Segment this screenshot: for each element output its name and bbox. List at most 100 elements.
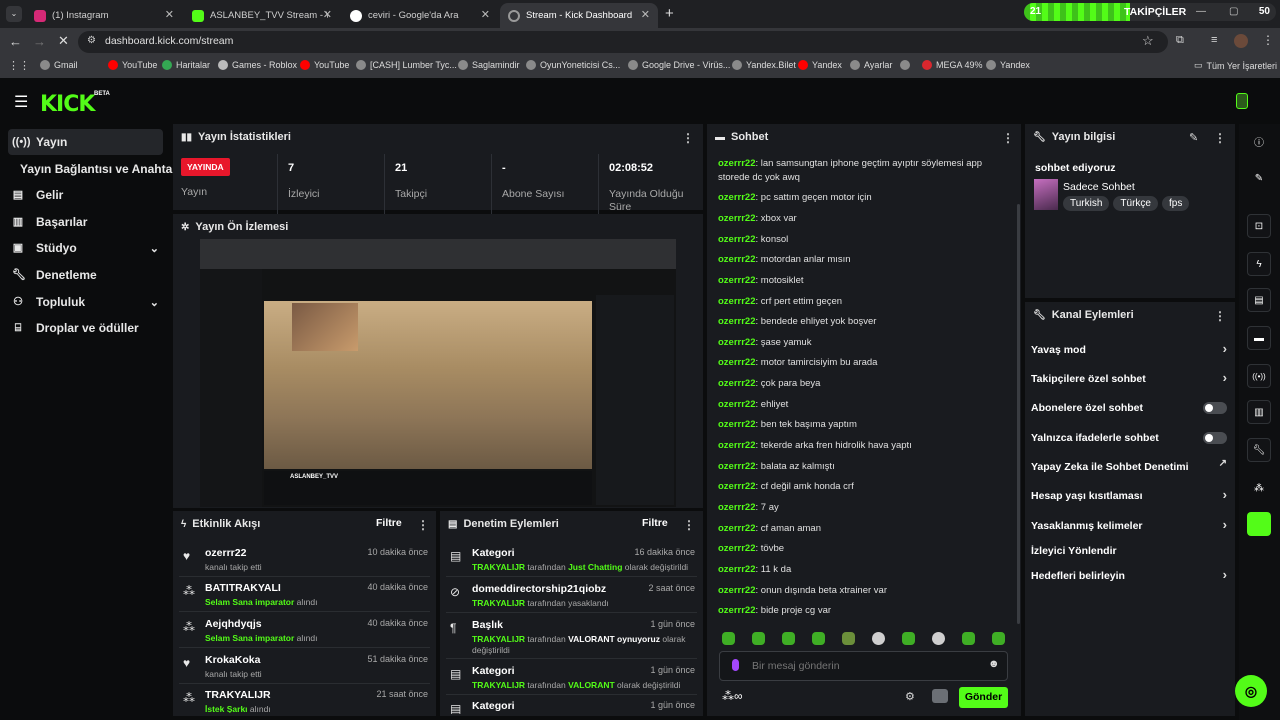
emote-icon[interactable] — [782, 632, 795, 645]
browser-tab-active[interactable]: Stream - Kick Dashboard ✕ — [500, 3, 658, 28]
bookmark[interactable]: Games - Roblox — [218, 60, 297, 70]
host-viewers-row[interactable]: İzleyici Yönlendir — [1031, 541, 1227, 561]
lightning-icon[interactable]: ϟ — [1247, 252, 1271, 276]
emote-icon[interactable] — [902, 632, 915, 645]
emote-icon[interactable] — [872, 632, 885, 645]
category-thumbnail-button[interactable] — [1247, 512, 1271, 536]
emote-icon[interactable] — [842, 632, 855, 645]
browser-tab[interactable]: (1) Instagram ✕ — [26, 3, 182, 28]
more-icon[interactable]: ⋮ — [1002, 131, 1014, 145]
sidebar-item-stream-key[interactable]: Yayın Bağlantısı ve Anahtarı — [20, 156, 180, 182]
bookmark[interactable]: Haritalar — [162, 60, 210, 70]
more-icon[interactable]: ⋮ — [417, 518, 429, 532]
bookmark[interactable]: Yandex.Bilet — [732, 60, 796, 70]
new-tab-button[interactable]: + — [665, 5, 674, 22]
kick-logo[interactable]: KICK — [40, 92, 95, 117]
close-icon[interactable]: ✕ — [323, 8, 332, 21]
more-icon[interactable]: ⋮ — [1214, 131, 1226, 145]
crosshair-icon[interactable]: ⊡ — [1247, 214, 1271, 238]
browser-tab[interactable]: ASLANBEY_TVV Stream - Watch ✕ — [184, 3, 340, 28]
sidebar-item-moderation[interactable]: 🔧︎ Denetleme — [8, 262, 163, 288]
chat-input-box[interactable]: ☻ — [719, 651, 1008, 681]
more-icon[interactable]: ⋮ — [1214, 309, 1226, 323]
minimize-icon[interactable]: — — [1196, 6, 1206, 17]
site-info-icon[interactable]: ⚙ — [87, 35, 96, 46]
stream-preview-video[interactable]: ASLANBEY_TVV — [200, 239, 676, 507]
hamburger-icon[interactable]: ☰ — [14, 92, 28, 112]
account-age-row[interactable]: Hesap yaşı kısıtlaması › — [1031, 486, 1227, 506]
badge-icon[interactable] — [932, 689, 948, 703]
extensions-icon[interactable]: ⧉ — [1176, 34, 1184, 47]
close-icon[interactable]: ✕ — [641, 8, 650, 21]
emote-icon[interactable] — [812, 632, 825, 645]
emote-icon[interactable] — [722, 632, 735, 645]
chat-scrollbar[interactable] — [1017, 204, 1020, 624]
bookmark[interactable]: MEGA 49% — [900, 60, 910, 70]
category-name[interactable]: Sadece Sohbet — [1063, 181, 1135, 193]
subscribers-only-toggle[interactable] — [1203, 402, 1227, 414]
emotes-only-toggle[interactable] — [1203, 432, 1227, 444]
slow-mode-row[interactable]: Yavaş mod › — [1031, 340, 1227, 360]
edit-icon[interactable]: ✎ — [1189, 131, 1198, 144]
emoji-icon[interactable]: ☻ — [988, 658, 1000, 670]
bookmark[interactable]: [CASH] Lumber Tyc... — [356, 60, 457, 70]
all-bookmarks[interactable]: ▭ Tüm Yer İşaretleri — [1194, 60, 1277, 71]
info-icon[interactable]: ⓘ — [1247, 129, 1271, 153]
chat-input[interactable] — [752, 658, 972, 674]
tab-search-button[interactable]: ⌄ — [6, 6, 22, 22]
chat-icon[interactable]: ▬ — [1247, 326, 1271, 350]
sidebar-item-studio[interactable]: ▣ Stüdyo ⌄ — [8, 235, 163, 261]
wrench-icon[interactable]: 🔧︎ — [1247, 438, 1271, 462]
microphone-icon[interactable] — [732, 659, 739, 671]
bookmark[interactable]: Yandex — [798, 60, 842, 70]
media-icon[interactable]: ≡ — [1211, 34, 1217, 46]
bookmark[interactable]: YouTube — [300, 60, 349, 70]
filter-button[interactable]: Filtre — [642, 517, 668, 529]
menu-icon[interactable]: ⋮ — [1262, 33, 1274, 47]
back-icon[interactable]: ← — [9, 34, 22, 49]
document-icon[interactable]: ▤ — [1247, 288, 1271, 312]
star-icon[interactable]: ☆ — [1142, 33, 1154, 49]
filter-button[interactable]: Filtre — [376, 517, 402, 529]
sidebar-item-achievements[interactable]: ▥ Başarılar — [8, 209, 163, 235]
edit-icon[interactable]: ✎ — [1247, 166, 1271, 190]
ai-moderation-row[interactable]: Yapay Zeka ile Sohbet Denetimi ↗ — [1031, 457, 1227, 477]
support-button[interactable]: ◎ — [1235, 675, 1267, 707]
followers-only-row[interactable]: Takipçilere özel sohbet › — [1031, 369, 1227, 389]
maximize-icon[interactable]: ▢ — [1229, 6, 1238, 17]
tag[interactable]: Türkçe — [1113, 196, 1158, 211]
bookmark[interactable]: Ayarlar — [850, 60, 892, 70]
set-goals-row[interactable]: Hedefleri belirleyin › — [1031, 566, 1227, 586]
bookmark[interactable]: OyunYoneticisi Cs... — [526, 60, 620, 70]
sidebar-item-drops[interactable]: ⌸ Droplar ve ödüller — [8, 315, 163, 341]
more-icon[interactable]: ⋮ — [683, 518, 695, 532]
sidebar-item-stream[interactable]: ((•)) Yayın — [8, 129, 163, 155]
close-icon[interactable]: ✕ — [165, 8, 174, 21]
more-icon[interactable]: ⋮ — [682, 131, 694, 145]
banned-words-row[interactable]: Yasaklanmış kelimeler › — [1031, 516, 1227, 536]
profile-avatar[interactable] — [1234, 34, 1248, 48]
sidebar-item-community[interactable]: ⚇ Topluluk ⌄ — [8, 289, 163, 315]
bookmark[interactable]: YouTube — [108, 60, 157, 70]
emote-icon[interactable] — [992, 632, 1005, 645]
broadcast-icon[interactable]: ((•)) — [1247, 364, 1271, 388]
emote-icon[interactable] — [932, 632, 945, 645]
gear-icon[interactable]: ⚙ — [905, 690, 915, 703]
tag[interactable]: Turkish — [1063, 196, 1110, 211]
browser-tab[interactable]: ceviri - Google'da Ara ✕ — [342, 3, 498, 28]
bookmark[interactable]: Google Drive - Virüs... — [628, 60, 730, 70]
points-icon[interactable]: ⁂ — [1247, 476, 1271, 500]
bookmark[interactable]: Gmail — [40, 60, 78, 70]
send-button[interactable]: Gönder — [959, 687, 1008, 708]
profile-avatar[interactable] — [1236, 93, 1248, 109]
points-icon[interactable]: ⁂∞ — [722, 689, 743, 703]
reload-icon[interactable]: ✕ — [58, 33, 69, 49]
sidebar-item-revenue[interactable]: ▤ Gelir — [8, 182, 163, 208]
forward-icon[interactable]: → — [33, 34, 46, 49]
bookmark[interactable]: MEGA 49% — [922, 60, 983, 70]
bookmark[interactable]: Saglamindir — [458, 60, 520, 70]
emote-icon[interactable] — [752, 632, 765, 645]
layout-icon[interactable]: ▥ — [1247, 400, 1271, 424]
url-field[interactable]: ⚙ dashboard.kick.com/stream ☆ — [78, 31, 1168, 53]
close-icon[interactable]: ✕ — [481, 8, 490, 21]
